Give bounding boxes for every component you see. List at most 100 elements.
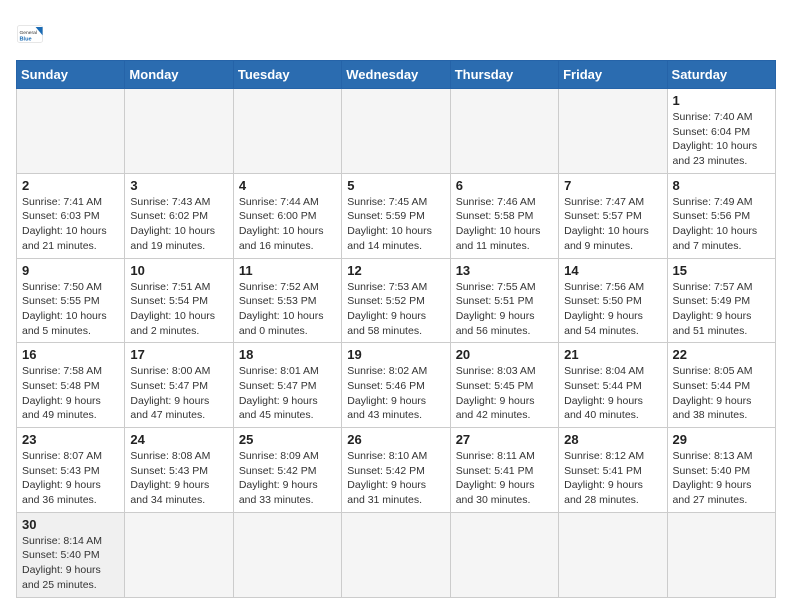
calendar-cell: 2 Sunrise: 7:41 AMSunset: 6:03 PMDaylight… [17, 173, 125, 258]
calendar-cell: 23 Sunrise: 8:07 AMSunset: 5:43 PMDayligh… [17, 428, 125, 513]
day-number: 15 [673, 263, 770, 278]
day-info: Sunrise: 7:49 AMSunset: 5:56 PMDaylight:… [673, 195, 770, 254]
calendar-cell: 29 Sunrise: 8:13 AMSunset: 5:40 PMDayligh… [667, 428, 775, 513]
day-info: Sunrise: 8:12 AMSunset: 5:41 PMDaylight:… [564, 449, 661, 508]
day-info: Sunrise: 7:41 AMSunset: 6:03 PMDaylight:… [22, 195, 119, 254]
calendar-week-row: 1 Sunrise: 7:40 AMSunset: 6:04 PMDaylight… [17, 89, 776, 174]
calendar-cell: 28 Sunrise: 8:12 AMSunset: 5:41 PMDayligh… [559, 428, 667, 513]
calendar-cell [667, 512, 775, 597]
day-number: 13 [456, 263, 553, 278]
day-info: Sunrise: 8:08 AMSunset: 5:43 PMDaylight:… [130, 449, 227, 508]
day-number: 21 [564, 347, 661, 362]
calendar-cell: 7 Sunrise: 7:47 AMSunset: 5:57 PMDaylight… [559, 173, 667, 258]
day-info: Sunrise: 7:53 AMSunset: 5:52 PMDaylight:… [347, 280, 444, 339]
day-number: 5 [347, 178, 444, 193]
calendar-cell: 3Sunrise: 7:43 AMSunset: 6:02 PMDaylight… [125, 173, 233, 258]
calendar-cell: 21Sunrise: 8:04 AMSunset: 5:44 PMDayligh… [559, 343, 667, 428]
day-number: 14 [564, 263, 661, 278]
day-info: Sunrise: 8:11 AMSunset: 5:41 PMDaylight:… [456, 449, 553, 508]
weekday-header: Friday [559, 61, 667, 89]
logo-icon: General Blue [16, 20, 44, 48]
calendar-cell [450, 512, 558, 597]
day-number: 16 [22, 347, 119, 362]
svg-text:Blue: Blue [20, 36, 32, 42]
calendar-cell: 20Sunrise: 8:03 AMSunset: 5:45 PMDayligh… [450, 343, 558, 428]
svg-text:General: General [20, 30, 37, 36]
day-info: Sunrise: 8:10 AMSunset: 5:42 PMDaylight:… [347, 449, 444, 508]
day-info: Sunrise: 8:00 AMSunset: 5:47 PMDaylight:… [130, 364, 227, 423]
day-info: Sunrise: 8:05 AMSunset: 5:44 PMDaylight:… [673, 364, 770, 423]
day-number: 17 [130, 347, 227, 362]
calendar-cell: 26 Sunrise: 8:10 AMSunset: 5:42 PMDayligh… [342, 428, 450, 513]
day-number: 23 [22, 432, 119, 447]
day-number: 6 [456, 178, 553, 193]
weekday-header: Saturday [667, 61, 775, 89]
calendar-cell: 15 Sunrise: 7:57 AMSunset: 5:49 PMDayligh… [667, 258, 775, 343]
day-info: Sunrise: 8:07 AMSunset: 5:43 PMDaylight:… [22, 449, 119, 508]
calendar-cell: 11Sunrise: 7:52 AMSunset: 5:53 PMDayligh… [233, 258, 341, 343]
day-number: 8 [673, 178, 770, 193]
calendar-week-row: 23 Sunrise: 8:07 AMSunset: 5:43 PMDayligh… [17, 428, 776, 513]
day-info: Sunrise: 7:44 AMSunset: 6:00 PMDaylight:… [239, 195, 336, 254]
day-number: 28 [564, 432, 661, 447]
day-number: 30 [22, 517, 119, 532]
calendar-cell [233, 89, 341, 174]
calendar-cell: 17 Sunrise: 8:00 AMSunset: 5:47 PMDayligh… [125, 343, 233, 428]
calendar-cell: 1 Sunrise: 7:40 AMSunset: 6:04 PMDaylight… [667, 89, 775, 174]
day-info: Sunrise: 8:09 AMSunset: 5:42 PMDaylight:… [239, 449, 336, 508]
calendar-cell: 10Sunrise: 7:51 AMSunset: 5:54 PMDayligh… [125, 258, 233, 343]
day-number: 24 [130, 432, 227, 447]
day-number: 3 [130, 178, 227, 193]
day-info: Sunrise: 7:50 AMSunset: 5:55 PMDaylight:… [22, 280, 119, 339]
day-info: Sunrise: 8:14 AMSunset: 5:40 PMDaylight:… [22, 534, 119, 593]
day-number: 11 [239, 263, 336, 278]
day-number: 4 [239, 178, 336, 193]
calendar-cell [342, 89, 450, 174]
day-number: 25 [239, 432, 336, 447]
calendar-cell [233, 512, 341, 597]
day-number: 7 [564, 178, 661, 193]
day-info: Sunrise: 7:51 AMSunset: 5:54 PMDaylight:… [130, 280, 227, 339]
calendar-cell [342, 512, 450, 597]
day-info: Sunrise: 7:47 AMSunset: 5:57 PMDaylight:… [564, 195, 661, 254]
calendar-cell: 9 Sunrise: 7:50 AMSunset: 5:55 PMDaylight… [17, 258, 125, 343]
calendar-cell: 18 Sunrise: 8:01 AMSunset: 5:47 PMDayligh… [233, 343, 341, 428]
calendar-cell: 22Sunrise: 8:05 AMSunset: 5:44 PMDayligh… [667, 343, 775, 428]
calendar: SundayMondayTuesdayWednesdayThursdayFrid… [16, 60, 776, 598]
calendar-cell [450, 89, 558, 174]
day-number: 26 [347, 432, 444, 447]
day-number: 29 [673, 432, 770, 447]
day-number: 27 [456, 432, 553, 447]
calendar-cell [125, 512, 233, 597]
calendar-cell [125, 89, 233, 174]
day-info: Sunrise: 7:58 AMSunset: 5:48 PMDaylight:… [22, 364, 119, 423]
weekday-header: Thursday [450, 61, 558, 89]
calendar-week-row: 9 Sunrise: 7:50 AMSunset: 5:55 PMDaylight… [17, 258, 776, 343]
day-number: 19 [347, 347, 444, 362]
calendar-cell [17, 89, 125, 174]
page-header: General Blue [16, 16, 776, 48]
calendar-cell [559, 512, 667, 597]
day-info: Sunrise: 7:57 AMSunset: 5:49 PMDaylight:… [673, 280, 770, 339]
calendar-cell: 6Sunrise: 7:46 AMSunset: 5:58 PMDaylight… [450, 173, 558, 258]
day-info: Sunrise: 8:13 AMSunset: 5:40 PMDaylight:… [673, 449, 770, 508]
day-info: Sunrise: 8:03 AMSunset: 5:45 PMDaylight:… [456, 364, 553, 423]
day-info: Sunrise: 7:56 AMSunset: 5:50 PMDaylight:… [564, 280, 661, 339]
calendar-cell: 25 Sunrise: 8:09 AMSunset: 5:42 PMDayligh… [233, 428, 341, 513]
calendar-cell: 27 Sunrise: 8:11 AMSunset: 5:41 PMDayligh… [450, 428, 558, 513]
day-info: Sunrise: 8:01 AMSunset: 5:47 PMDaylight:… [239, 364, 336, 423]
calendar-cell: 12 Sunrise: 7:53 AMSunset: 5:52 PMDayligh… [342, 258, 450, 343]
day-number: 1 [673, 93, 770, 108]
day-info: Sunrise: 7:40 AMSunset: 6:04 PMDaylight:… [673, 110, 770, 169]
day-number: 18 [239, 347, 336, 362]
calendar-cell: 14 Sunrise: 7:56 AMSunset: 5:50 PMDayligh… [559, 258, 667, 343]
day-info: Sunrise: 8:02 AMSunset: 5:46 PMDaylight:… [347, 364, 444, 423]
day-number: 9 [22, 263, 119, 278]
calendar-week-row: 30 Sunrise: 8:14 AMSunset: 5:40 PMDayligh… [17, 512, 776, 597]
weekday-header: Monday [125, 61, 233, 89]
day-number: 2 [22, 178, 119, 193]
day-info: Sunrise: 7:55 AMSunset: 5:51 PMDaylight:… [456, 280, 553, 339]
day-number: 12 [347, 263, 444, 278]
calendar-cell: 13 Sunrise: 7:55 AMSunset: 5:51 PMDayligh… [450, 258, 558, 343]
calendar-cell: 19 Sunrise: 8:02 AMSunset: 5:46 PMDayligh… [342, 343, 450, 428]
